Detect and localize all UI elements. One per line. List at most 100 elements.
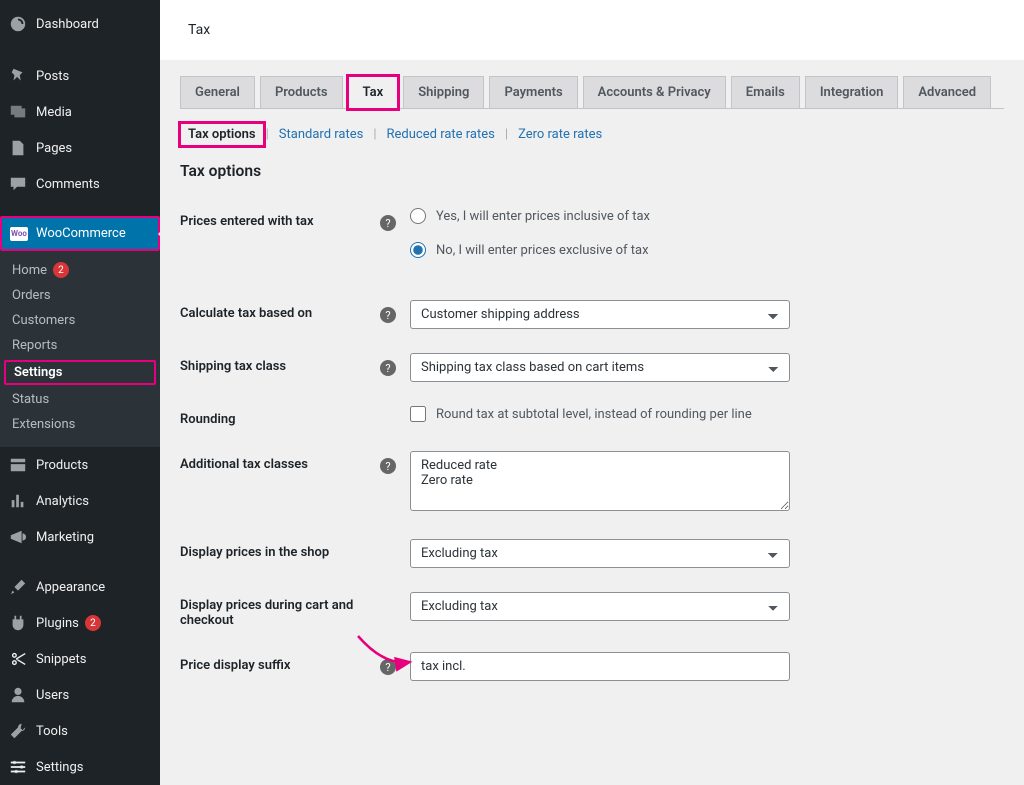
help-icon[interactable]: ? (380, 360, 396, 376)
tab-tax[interactable]: Tax (348, 76, 399, 109)
submenu-item-home[interactable]: Home 2 (0, 257, 160, 283)
submenu-item-customers[interactable]: Customers (0, 308, 160, 333)
separator: | (373, 127, 376, 142)
sidebar-item-pages[interactable]: Pages (0, 130, 160, 166)
sidebar-item-analytics[interactable]: Analytics (0, 483, 160, 519)
submenu-label: Status (12, 392, 49, 407)
tax-subtabs: Tax options | Standard rates | Reduced r… (180, 123, 1004, 146)
rounding-checkbox[interactable] (410, 406, 426, 422)
brush-icon (8, 577, 28, 597)
calculate-tax-select[interactable]: Customer shipping address (410, 300, 790, 329)
tab-products[interactable]: Products (260, 76, 343, 108)
submenu-item-status[interactable]: Status (0, 387, 160, 412)
shipping-tax-class-select[interactable]: Shipping tax class based on cart items (410, 353, 790, 382)
sidebar-label: Analytics (36, 494, 89, 509)
content-area: Tax General Products Tax Shipping Paymen… (160, 0, 1024, 785)
sidebar-label: Users (36, 688, 69, 703)
pages-icon (8, 138, 28, 158)
row-display-prices-shop: Display prices in the shop Excluding tax (180, 539, 1004, 568)
radio-label: Yes, I will enter prices inclusive of ta… (436, 209, 650, 224)
sidebar-item-users[interactable]: Users (0, 677, 160, 713)
row-additional-tax-classes: Additional tax classes ? (180, 451, 1004, 515)
sidebar-item-comments[interactable]: Comments (0, 166, 160, 202)
field-label: Rounding (180, 406, 380, 427)
row-price-display-suffix: Price display suffix ? (180, 652, 1004, 681)
settings-tabs: General Products Tax Shipping Payments A… (180, 76, 1004, 109)
tab-advanced[interactable]: Advanced (903, 76, 991, 108)
tab-general[interactable]: General (180, 76, 255, 108)
row-prices-entered-with-tax: Prices entered with tax ? Yes, I will en… (180, 208, 1004, 276)
tab-shipping[interactable]: Shipping (403, 76, 484, 108)
settings-main: General Products Tax Shipping Payments A… (160, 60, 1024, 735)
radio-label: No, I will enter prices exclusive of tax (436, 243, 649, 258)
sidebar-label: Products (36, 458, 88, 473)
submenu-label: Home (12, 263, 47, 278)
sidebar-item-appearance[interactable]: Appearance (0, 569, 160, 605)
notification-badge: 2 (85, 615, 101, 631)
pin-icon (8, 66, 28, 86)
tab-emails[interactable]: Emails (731, 76, 800, 108)
separator: | (266, 127, 269, 142)
sidebar-item-posts[interactable]: Posts (0, 58, 160, 94)
submenu-item-orders[interactable]: Orders (0, 283, 160, 308)
sidebar-item-wp-settings[interactable]: Settings (0, 749, 160, 785)
field-label: Shipping tax class (180, 353, 380, 374)
comments-icon (8, 174, 28, 194)
checkbox-label: Round tax at subtotal level, instead of … (436, 407, 752, 422)
sidebar-item-products[interactable]: Products (0, 447, 160, 483)
price-display-suffix-input[interactable] (410, 652, 790, 681)
scissors-icon (8, 649, 28, 669)
sidebar-label: WooCommerce (36, 226, 126, 241)
section-title: Tax options (180, 162, 1004, 180)
field-label: Calculate tax based on (180, 300, 380, 321)
subtab-tax-options[interactable]: Tax options (180, 123, 264, 146)
submenu-item-extensions[interactable]: Extensions (0, 412, 160, 437)
field-label: Display prices during cart and checkout (180, 592, 380, 628)
tab-accounts[interactable]: Accounts & Privacy (583, 76, 726, 108)
radio-exclusive-input[interactable] (410, 242, 426, 258)
annotation-arrow-icon (354, 632, 416, 672)
sidebar-item-plugins[interactable]: Plugins 2 (0, 605, 160, 641)
wrench-icon (8, 721, 28, 741)
subtab-standard-rates[interactable]: Standard rates (271, 123, 372, 146)
subtab-reduced-rates[interactable]: Reduced rate rates (379, 123, 503, 146)
page-header: Tax (160, 0, 1024, 60)
megaphone-icon (8, 527, 28, 547)
sidebar-item-marketing[interactable]: Marketing (0, 519, 160, 555)
radio-exclusive[interactable]: No, I will enter prices exclusive of tax (410, 242, 810, 258)
submenu-label: Orders (12, 288, 51, 303)
sidebar-item-woocommerce[interactable]: Woo WooCommerce (0, 216, 160, 251)
submenu-item-reports[interactable]: Reports (0, 333, 160, 358)
subtab-zero-rates[interactable]: Zero rate rates (510, 123, 610, 146)
display-prices-shop-select[interactable]: Excluding tax (410, 539, 790, 568)
tab-payments[interactable]: Payments (489, 76, 577, 108)
radio-inclusive-input[interactable] (410, 208, 426, 224)
additional-tax-classes-textarea[interactable] (410, 451, 790, 511)
submenu-item-settings[interactable]: Settings (4, 360, 156, 385)
rounding-checkbox-line[interactable]: Round tax at subtotal level, instead of … (410, 406, 810, 422)
radio-inclusive[interactable]: Yes, I will enter prices inclusive of ta… (410, 208, 810, 224)
tab-integration[interactable]: Integration (805, 76, 899, 108)
sidebar-item-media[interactable]: Media (0, 94, 160, 130)
sidebar-item-snippets[interactable]: Snippets (0, 641, 160, 677)
sidebar-label: Tools (36, 724, 68, 739)
help-icon[interactable]: ? (380, 215, 396, 231)
row-shipping-tax-class: Shipping tax class ? Shipping tax class … (180, 353, 1004, 382)
sidebar-label: Marketing (36, 530, 94, 545)
plugin-icon (8, 613, 28, 633)
help-icon[interactable]: ? (380, 458, 396, 474)
sidebar-label: Appearance (36, 580, 105, 595)
sidebar-label: Plugins (36, 616, 79, 631)
analytics-icon (8, 491, 28, 511)
help-icon[interactable]: ? (380, 307, 396, 323)
submenu-label: Extensions (12, 417, 75, 432)
sidebar-item-tools[interactable]: Tools (0, 713, 160, 749)
notification-badge: 2 (53, 262, 69, 278)
separator: | (505, 127, 508, 142)
sidebar-label: Dashboard (36, 17, 99, 32)
display-prices-cart-select[interactable]: Excluding tax (410, 592, 790, 621)
sidebar-submenu-woocommerce: Home 2 Orders Customers Reports Settings… (0, 251, 160, 447)
media-icon (8, 102, 28, 122)
sidebar-label: Comments (36, 177, 100, 192)
sidebar-item-dashboard[interactable]: Dashboard (0, 6, 160, 42)
